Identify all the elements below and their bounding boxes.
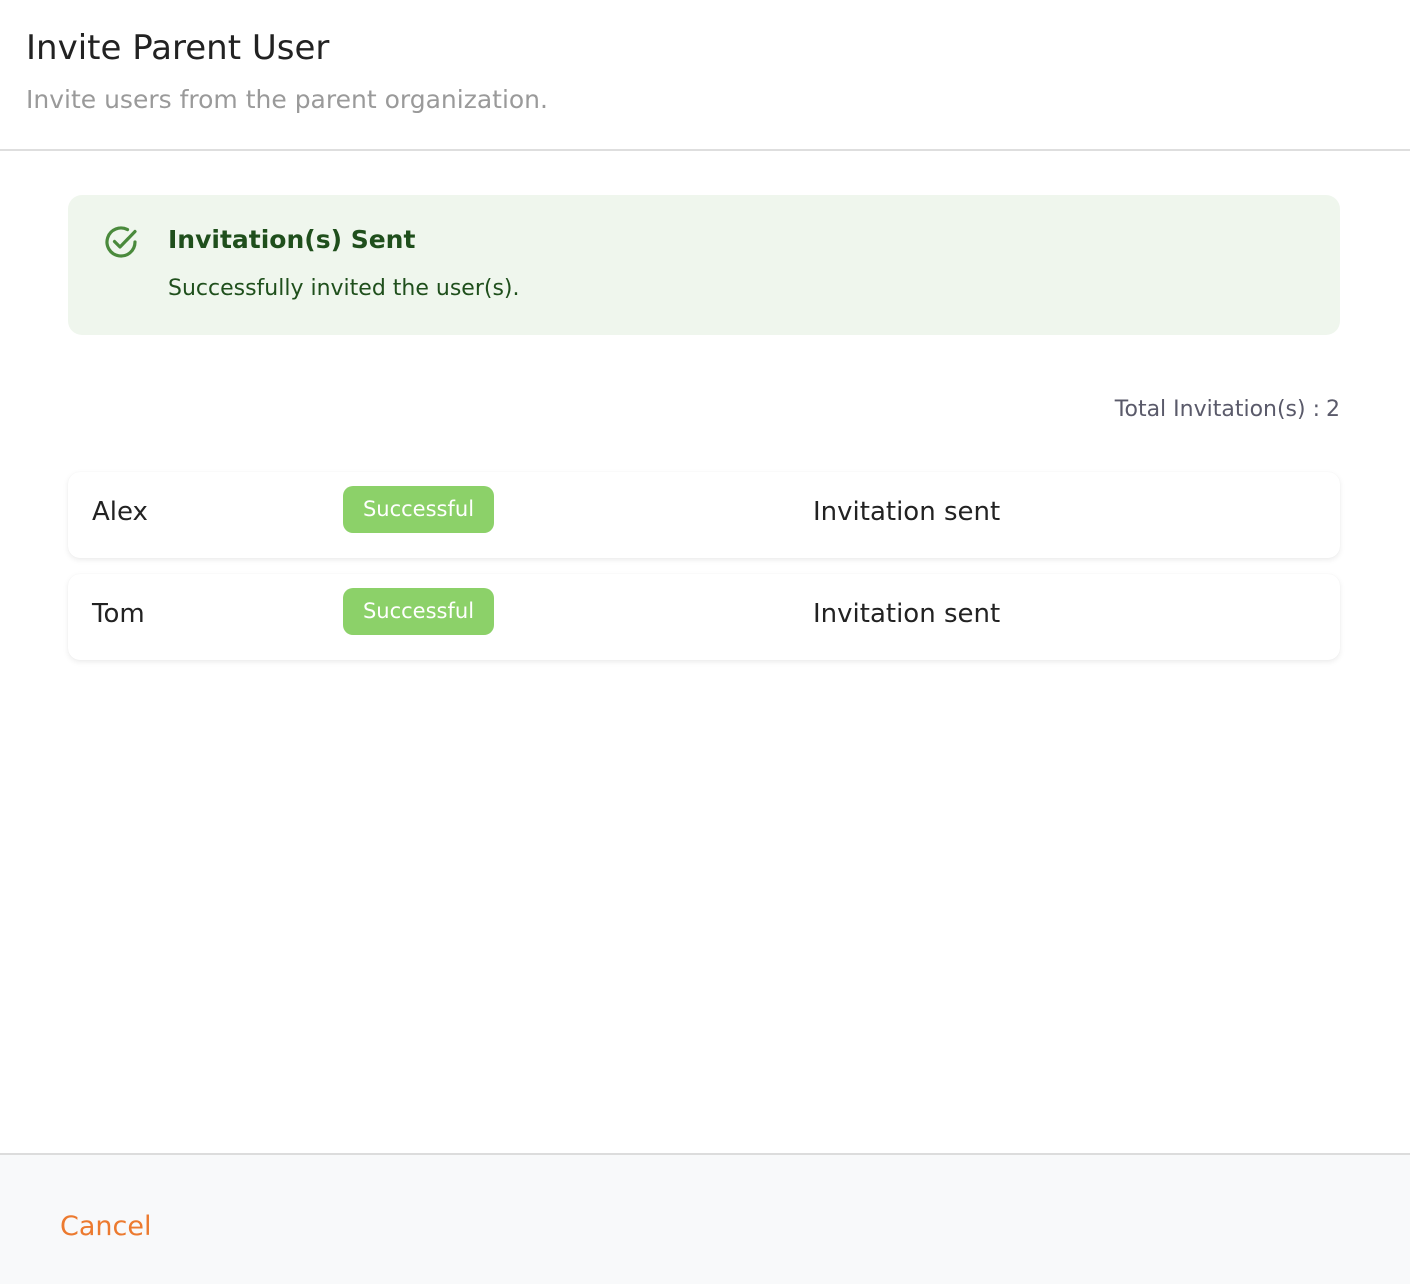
alert-message: Successfully invited the user(s). — [168, 276, 520, 301]
status-badge: Successful — [343, 486, 494, 533]
page-subtitle: Invite users from the parent organizatio… — [26, 85, 548, 114]
cancel-button[interactable]: Cancel — [60, 1207, 151, 1247]
invitee-name: Alex — [92, 497, 148, 527]
invitation-message: Invitation sent — [813, 599, 1001, 629]
invitee-name: Tom — [92, 599, 145, 629]
table-row: Alex Successful Invitation sent — [68, 472, 1340, 558]
table-row: Tom Successful Invitation sent — [68, 574, 1340, 660]
page-title: Invite Parent User — [26, 28, 330, 68]
total-invitations-label: Total Invitation(s) : — [1114, 397, 1320, 422]
success-alert: Invitation(s) Sent Successfully invited … — [68, 195, 1340, 335]
check-circle-icon — [102, 223, 140, 261]
invitation-message: Invitation sent — [813, 497, 1001, 527]
total-invitations-count: 2 — [1326, 397, 1340, 422]
total-invitations: Total Invitation(s) :2 — [1115, 394, 1340, 426]
modal-header: Invite Parent User Invite users from the… — [0, 0, 1410, 151]
alert-title: Invitation(s) Sent — [168, 225, 416, 254]
modal-footer: Cancel — [0, 1153, 1410, 1284]
status-badge: Successful — [343, 588, 494, 635]
